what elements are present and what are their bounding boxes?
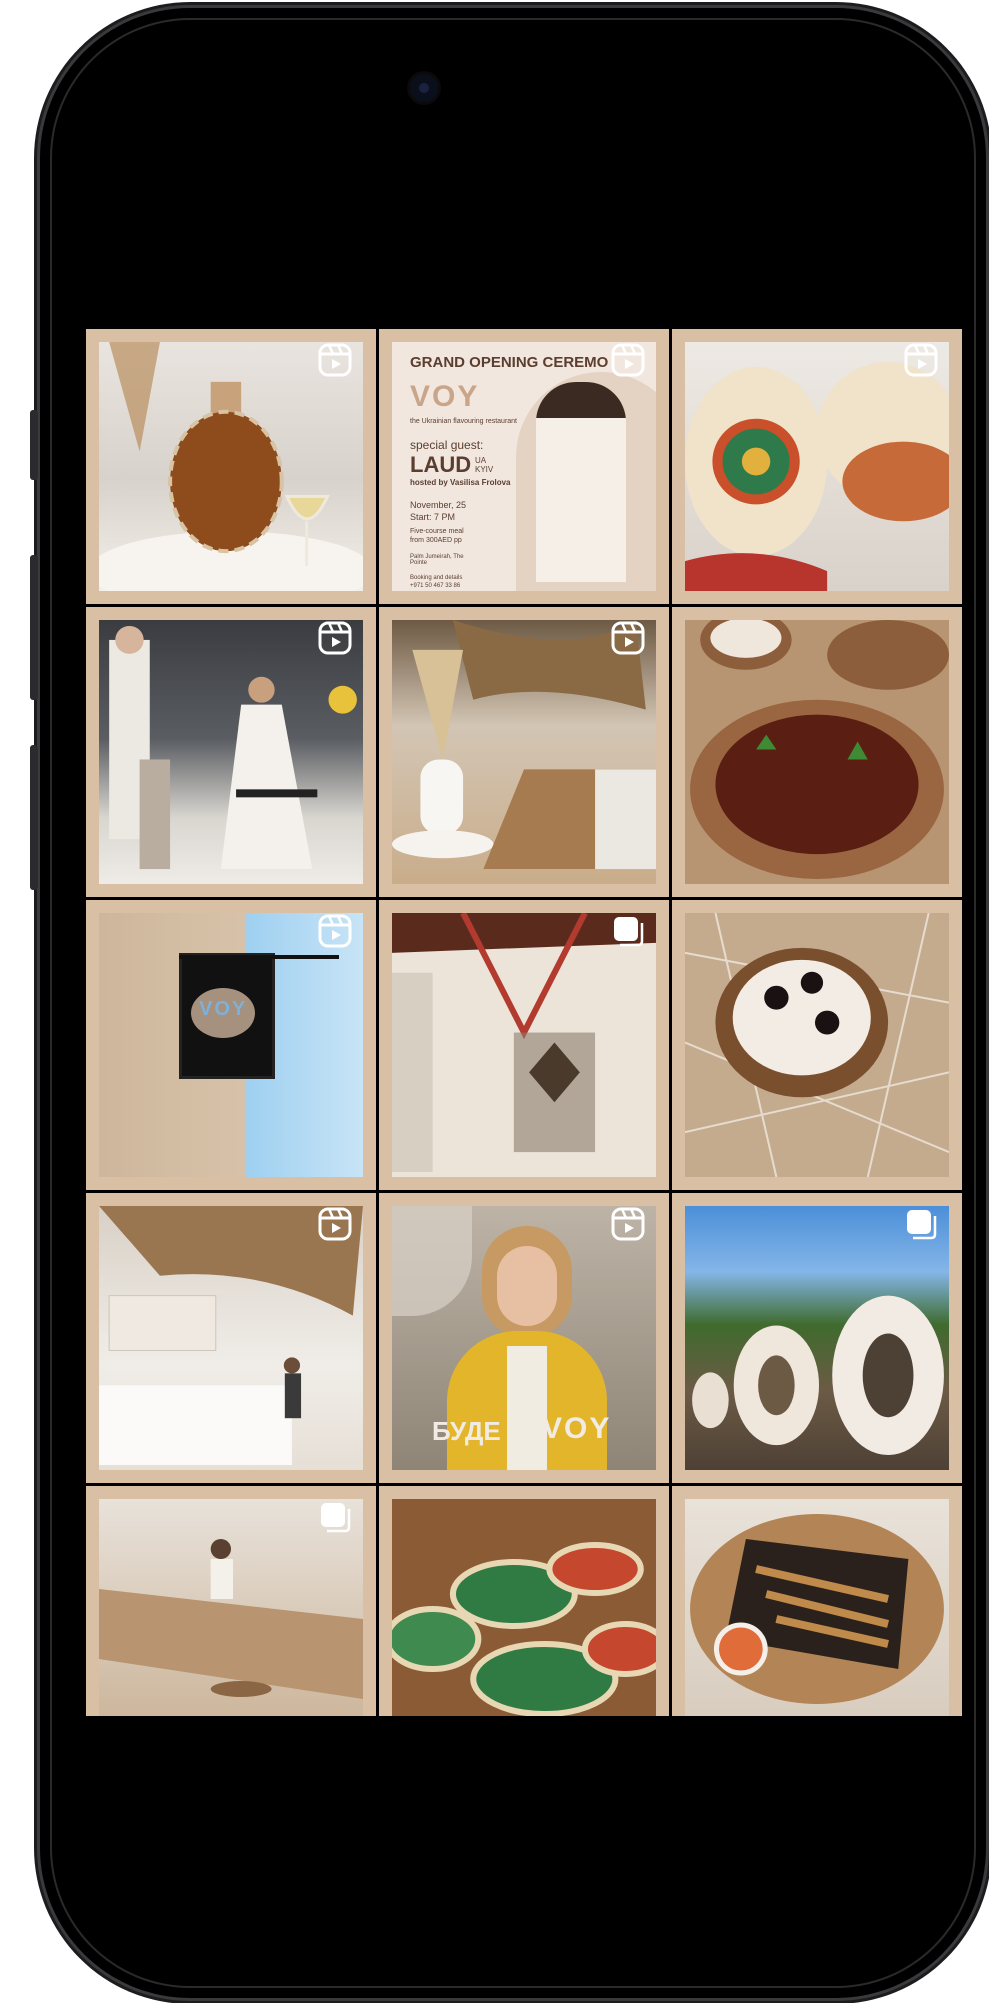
post-image: VOY [99, 913, 363, 1177]
post-image [99, 342, 363, 591]
guest-name: LAUD [410, 452, 472, 477]
post-woman-video[interactable]: БУДЕ VOY [379, 1193, 669, 1483]
reel-icon [318, 621, 352, 655]
post-dining-hall[interactable] [379, 607, 669, 897]
post-image [685, 1206, 949, 1470]
post-image [99, 1206, 363, 1470]
reel-icon [611, 343, 645, 377]
post-grand-opening[interactable]: GRAND OPENING CEREMO VOY the Ukrainian f… [379, 329, 669, 604]
guest-photo [536, 382, 626, 582]
post-folk-plates [379, 1486, 669, 1716]
post-headline: GRAND OPENING CEREMO [410, 354, 609, 371]
post-nest-dessert [672, 900, 962, 1190]
post-image [685, 620, 949, 884]
post-image [685, 913, 949, 1177]
carousel-icon [611, 914, 645, 948]
volume-down-button [30, 745, 38, 890]
reel-icon [904, 343, 938, 377]
reel-icon [611, 621, 645, 655]
voy-logo: VOY [542, 1412, 612, 1445]
carousel-icon [318, 1500, 352, 1534]
post-image: БУДЕ VOY [392, 1206, 656, 1470]
reel-icon [318, 1207, 352, 1241]
post-image [685, 342, 949, 591]
post-image [392, 913, 656, 1177]
post-glazed-dish [672, 607, 962, 897]
post-restaurant-sign[interactable]: VOY [86, 900, 376, 1190]
post-embroidered-shirt[interactable] [379, 900, 669, 1190]
post-painted-pottery[interactable] [672, 329, 962, 604]
post-image [392, 620, 656, 884]
reel-icon [611, 1207, 645, 1241]
mute-switch [30, 410, 38, 480]
post-ceramic-vases[interactable] [672, 1193, 962, 1483]
post-image [392, 1499, 656, 1716]
post-image [99, 620, 363, 884]
instagram-post-grid: GRAND OPENING CEREMO VOY the Ukrainian f… [86, 329, 962, 1723]
volume-up-button [30, 555, 38, 700]
video-caption: БУДЕ [432, 1416, 501, 1446]
post-image: GRAND OPENING CEREMO VOY the Ukrainian f… [392, 342, 656, 591]
post-bar-interior[interactable] [86, 1193, 376, 1483]
post-dancing-couple[interactable] [86, 607, 376, 897]
post-liqueur-bottle[interactable] [86, 329, 376, 604]
carousel-icon [904, 1207, 938, 1241]
post-image [685, 1499, 949, 1716]
front-camera [410, 74, 438, 102]
voy-logo: VOY [410, 380, 480, 413]
reel-icon [318, 343, 352, 377]
reel-icon [318, 914, 352, 948]
post-long-table[interactable] [86, 1486, 376, 1716]
post-fish-dish [672, 1486, 962, 1716]
